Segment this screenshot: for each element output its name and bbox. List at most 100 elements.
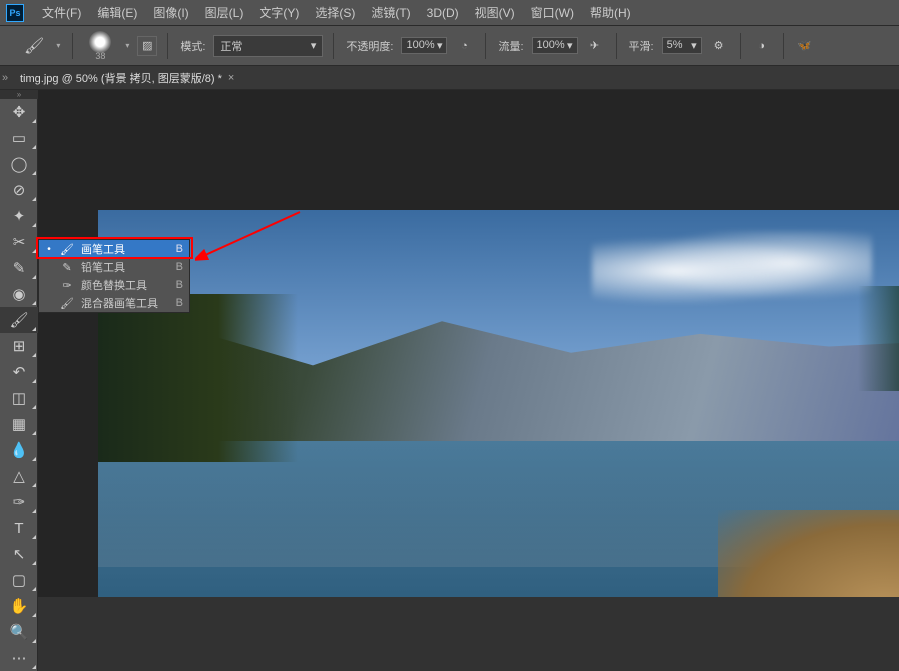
brush-picker-chevron[interactable]: ▾ [123, 41, 131, 50]
flyout-shortcut: B [168, 261, 183, 273]
flyout-label: 颜色替换工具 [81, 277, 162, 293]
brush-tool-flyout: •🖌画笔工具B✎铅笔工具B✑颜色替换工具B🖌混合器画笔工具B [38, 239, 190, 313]
close-tab-icon[interactable]: × [228, 72, 234, 84]
tool-flyout-indicator-icon [32, 275, 36, 279]
flyout-item[interactable]: 🖌 混合器画笔工具 B [39, 294, 189, 312]
tool-icon: ✑ [59, 279, 75, 292]
flyout-item[interactable]: ✑ 颜色替换工具 B [39, 276, 189, 294]
dodge-tool[interactable]: △ [0, 463, 38, 489]
history-brush-tool[interactable]: ↶ [0, 359, 38, 385]
lasso-tool[interactable]: ◯ [0, 151, 38, 177]
mode-label: 模式: [178, 38, 207, 54]
type-tool[interactable]: T [0, 515, 38, 541]
brush-preview[interactable]: 38 [83, 29, 117, 63]
optionsbar: 🖌 ▾ 38 ▾ ▨ 模式: 正常▾ 不透明度: 100%▾ ◔ 流量: 100… [0, 26, 899, 66]
menu-window[interactable]: 窗口(W) [523, 4, 582, 21]
app-logo: Ps [6, 4, 24, 22]
healing-brush-tool[interactable]: ◉ [0, 281, 38, 307]
flow-label: 流量: [496, 38, 525, 54]
tool-flyout-indicator-icon [32, 327, 36, 331]
menu-3d[interactable]: 3D(D) [419, 6, 467, 20]
workspace: » ✥▭◯⊘✦✂✎◉🖌⊞↶◫▦💧△✑T↖▢✋🔍⋯ [0, 90, 899, 597]
tool-flyout-indicator-icon [32, 353, 36, 357]
pen-tool[interactable]: ✑ [0, 489, 38, 515]
tool-flyout-indicator-icon [32, 639, 36, 643]
tool-flyout-indicator-icon [32, 301, 36, 305]
mode-select[interactable]: 正常▾ [213, 35, 323, 57]
menu-image[interactable]: 图像(I) [145, 4, 196, 21]
brush-circle-icon [89, 31, 111, 53]
quick-select-tool[interactable]: ⊘ [0, 177, 38, 203]
divider [333, 33, 334, 59]
divider [740, 33, 741, 59]
tool-preset-chevron[interactable]: ▾ [54, 41, 62, 50]
smoothing-value[interactable]: 5%▾ [662, 37, 702, 54]
expand-panels-icon[interactable]: » [0, 66, 10, 89]
edit-toolbar[interactable]: ⋯ [0, 645, 38, 671]
tool-icon: 🖌 [59, 297, 75, 310]
crop-tool[interactable]: ✂ [0, 229, 38, 255]
flyout-shortcut: B [168, 297, 183, 309]
menu-layer[interactable]: 图层(L) [197, 4, 252, 21]
tool-flyout-indicator-icon [32, 431, 36, 435]
current-tool-icon: 🖌 [20, 36, 48, 56]
gradient-tool[interactable]: ▦ [0, 411, 38, 437]
tool-flyout-indicator-icon [32, 223, 36, 227]
divider [167, 33, 168, 59]
flyout-shortcut: B [168, 243, 183, 255]
canvas[interactable] [38, 90, 899, 597]
menu-select[interactable]: 选择(S) [307, 4, 363, 21]
blur-tool[interactable]: 💧 [0, 437, 38, 463]
marquee-tool[interactable]: ▭ [0, 125, 38, 151]
divider [485, 33, 486, 59]
menu-help[interactable]: 帮助(H) [582, 4, 639, 21]
tool-icon: ✎ [59, 261, 75, 274]
menu-filter[interactable]: 滤镜(T) [363, 4, 418, 21]
magic-wand-tool[interactable]: ✦ [0, 203, 38, 229]
pressure-size-icon[interactable]: ◑ [751, 35, 773, 57]
eraser-tool[interactable]: ◫ [0, 385, 38, 411]
document-tab[interactable]: timg.jpg @ 50% (背景 拷贝, 图层蒙版/8) * × [10, 66, 244, 89]
flow-value[interactable]: 100%▾ [532, 37, 578, 54]
shape-tool[interactable]: ▢ [0, 567, 38, 593]
flyout-label: 画笔工具 [81, 241, 162, 257]
divider [616, 33, 617, 59]
menu-type[interactable]: 文字(Y) [251, 4, 307, 21]
flyout-shortcut: B [168, 279, 183, 291]
flyout-item[interactable]: ✎铅笔工具B [39, 258, 189, 276]
toolbar-collapse-icon[interactable]: » [0, 90, 38, 99]
selected-dot-icon: • [45, 244, 53, 255]
divider [783, 33, 784, 59]
tool-flyout-indicator-icon [32, 145, 36, 149]
document-image [98, 210, 899, 597]
tool-flyout-indicator-icon [32, 119, 36, 123]
toolbar: ✥▭◯⊘✦✂✎◉🖌⊞↶◫▦💧△✑T↖▢✋🔍⋯ [0, 99, 38, 671]
clone-stamp-tool[interactable]: ⊞ [0, 333, 38, 359]
tool-icon: 🖌 [59, 243, 75, 256]
pressure-opacity-icon[interactable]: ◔ [453, 35, 475, 57]
symmetry-icon[interactable]: 🦋 [794, 35, 816, 57]
brush-tool[interactable]: 🖌 [0, 307, 38, 333]
eyedropper-tool[interactable]: ✎ [0, 255, 38, 281]
tab-title: timg.jpg @ 50% (背景 拷贝, 图层蒙版/8) * [20, 70, 222, 86]
smoothing-gear-icon[interactable]: ⚙ [708, 35, 730, 57]
smoothing-label: 平滑: [627, 38, 656, 54]
menu-edit[interactable]: 编辑(E) [89, 4, 145, 21]
tool-flyout-indicator-icon [32, 405, 36, 409]
tool-flyout-indicator-icon [32, 561, 36, 565]
flyout-item[interactable]: • 🖌 画笔工具 B [39, 240, 189, 258]
airbrush-icon[interactable]: ✈ [584, 35, 606, 57]
menu-view[interactable]: 视图(V) [467, 4, 523, 21]
zoom-tool[interactable]: 🔍 [0, 619, 38, 645]
divider [72, 33, 73, 59]
tool-flyout-indicator-icon [32, 457, 36, 461]
menu-file[interactable]: 文件(F) [34, 4, 89, 21]
tool-flyout-indicator-icon [32, 535, 36, 539]
path-select-tool[interactable]: ↖ [0, 541, 38, 567]
tool-flyout-indicator-icon [32, 249, 36, 253]
move-tool[interactable]: ✥ [0, 99, 38, 125]
opacity-value[interactable]: 100%▾ [401, 37, 447, 54]
flyout-label: 混合器画笔工具 [81, 295, 162, 311]
tool-flyout-indicator-icon [32, 587, 36, 591]
brush-panel-icon[interactable]: ▨ [137, 36, 157, 56]
